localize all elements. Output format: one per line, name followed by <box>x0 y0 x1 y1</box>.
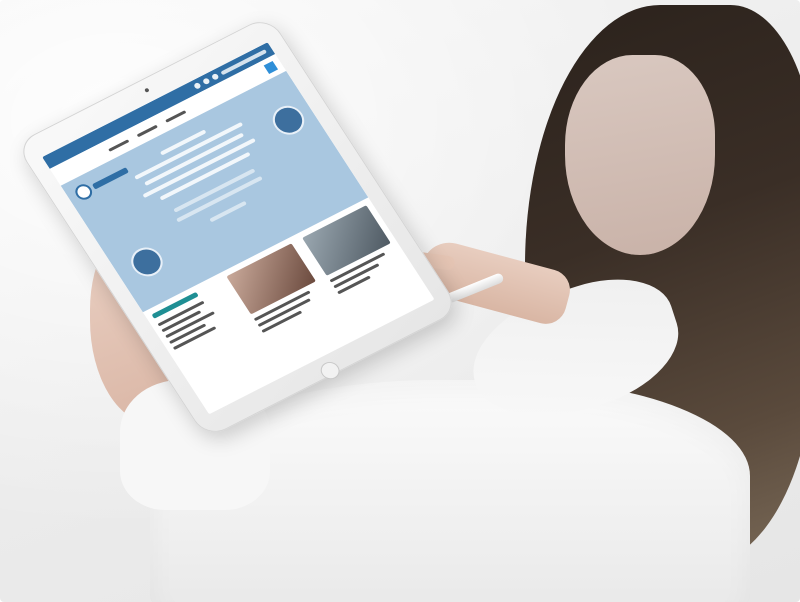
logo-text <box>91 167 130 190</box>
person-face <box>565 55 715 255</box>
badge-icon <box>266 100 311 140</box>
nav-item[interactable] <box>107 138 130 152</box>
photograph <box>0 0 800 602</box>
hero-text <box>143 132 244 187</box>
social-icon[interactable] <box>210 72 220 81</box>
social-icon[interactable] <box>201 77 211 86</box>
nav-item[interactable] <box>164 109 187 123</box>
nav-item[interactable] <box>136 124 158 137</box>
camera-icon <box>144 87 150 93</box>
hero-link[interactable] <box>208 201 247 223</box>
search-icon[interactable] <box>263 60 279 74</box>
social-icon[interactable] <box>193 81 202 90</box>
badge-icon <box>125 242 169 282</box>
